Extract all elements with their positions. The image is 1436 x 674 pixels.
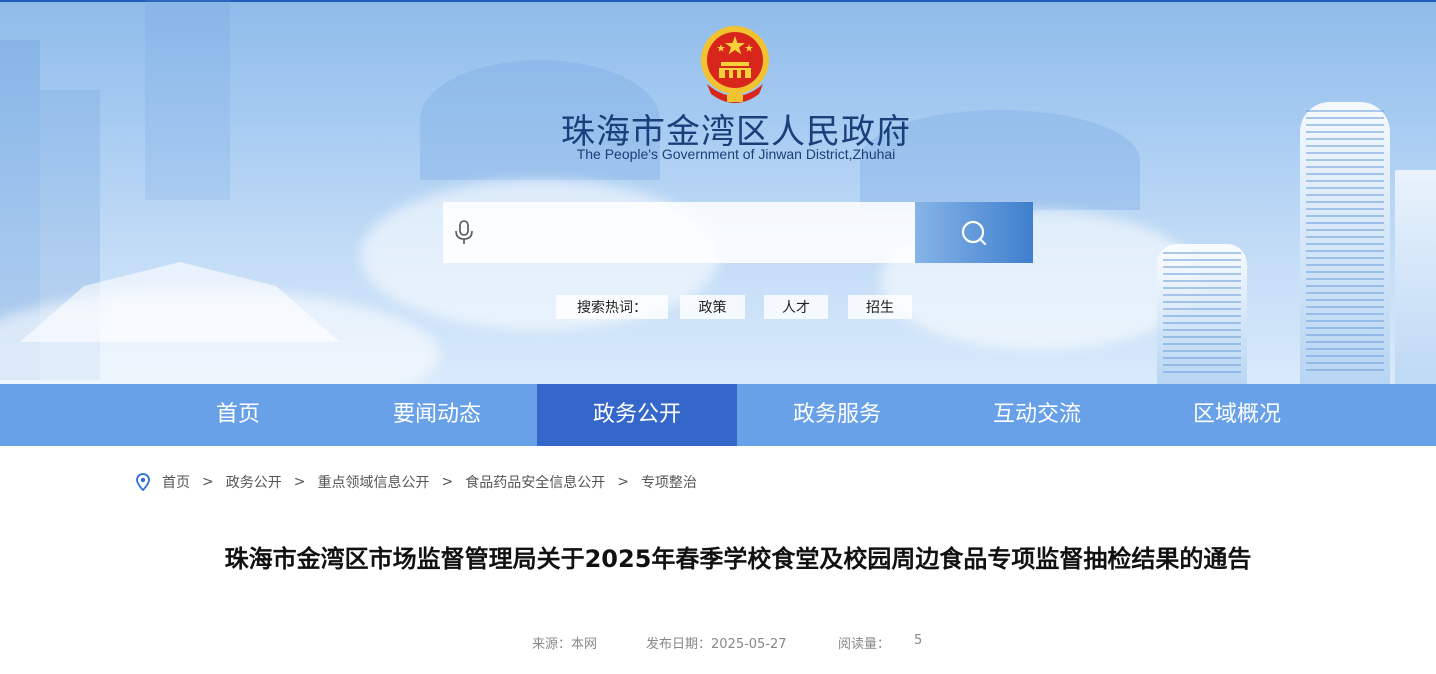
nav-item-interaction[interactable]: 互动交流 (937, 384, 1137, 446)
main-nav: 首页 要闻动态 政务公开 政务服务 互动交流 区域概况 (0, 384, 1436, 446)
breadcrumb-separator: > (441, 474, 454, 490)
background-building (145, 0, 230, 200)
microphone-icon[interactable] (453, 220, 475, 246)
background-tower (1300, 102, 1390, 384)
background-tower (1395, 170, 1436, 384)
nav-item-home[interactable]: 首页 (138, 384, 338, 446)
breadcrumb-link[interactable]: 专项整治 (641, 472, 697, 492)
background-tower (1157, 244, 1247, 384)
article-date: 发布日期：2025-05-27 (646, 637, 787, 652)
hot-keyword[interactable]: 招生 (848, 295, 912, 319)
site-subtitle: The People's Government of Jinwan Distri… (576, 146, 896, 162)
search-icon (961, 220, 987, 246)
breadcrumb-link[interactable]: 重点领域信息公开 (317, 472, 429, 492)
nav-item-region-overview[interactable]: 区域概况 (1137, 384, 1337, 446)
nav-item-gov-services[interactable]: 政务服务 (737, 384, 937, 446)
breadcrumb-link[interactable]: 食品药品安全信息公开 (465, 472, 605, 492)
breadcrumb-link[interactable]: 政务公开 (226, 472, 282, 492)
search-button[interactable] (915, 202, 1033, 263)
breadcrumb-link[interactable]: 首页 (162, 472, 190, 492)
article-source: 来源：本网 (532, 637, 598, 652)
hot-keyword[interactable]: 政策 (680, 295, 745, 319)
location-pin-icon (136, 473, 150, 491)
hot-keywords-label: 搜索热词： (556, 295, 668, 319)
breadcrumb: 首页 > 政务公开 > 重点领域信息公开 > 食品药品安全信息公开 > 专项整治 (136, 472, 697, 492)
article-views-label: 阅读量： (838, 637, 891, 652)
nav-item-news[interactable]: 要闻动态 (337, 384, 537, 446)
nav-item-gov-affairs-open[interactable]: 政务公开 (537, 384, 737, 446)
breadcrumb-separator: > (293, 474, 306, 490)
header-banner: 珠海市金湾区人民政府 The People's Government of Ji… (0, 0, 1436, 384)
breadcrumb-separator: > (202, 474, 214, 490)
breadcrumb-separator: > (617, 474, 629, 490)
hot-keyword[interactable]: 人才 (764, 295, 828, 319)
search-input[interactable] (487, 202, 907, 263)
national-emblem-icon (701, 26, 769, 103)
article-title: 珠海市金湾区市场监督管理局关于2025年春季学校食堂及校园周边食品专项监督抽检结… (224, 545, 1252, 573)
search-box (443, 202, 915, 263)
article-views-count: 5 (914, 633, 923, 648)
